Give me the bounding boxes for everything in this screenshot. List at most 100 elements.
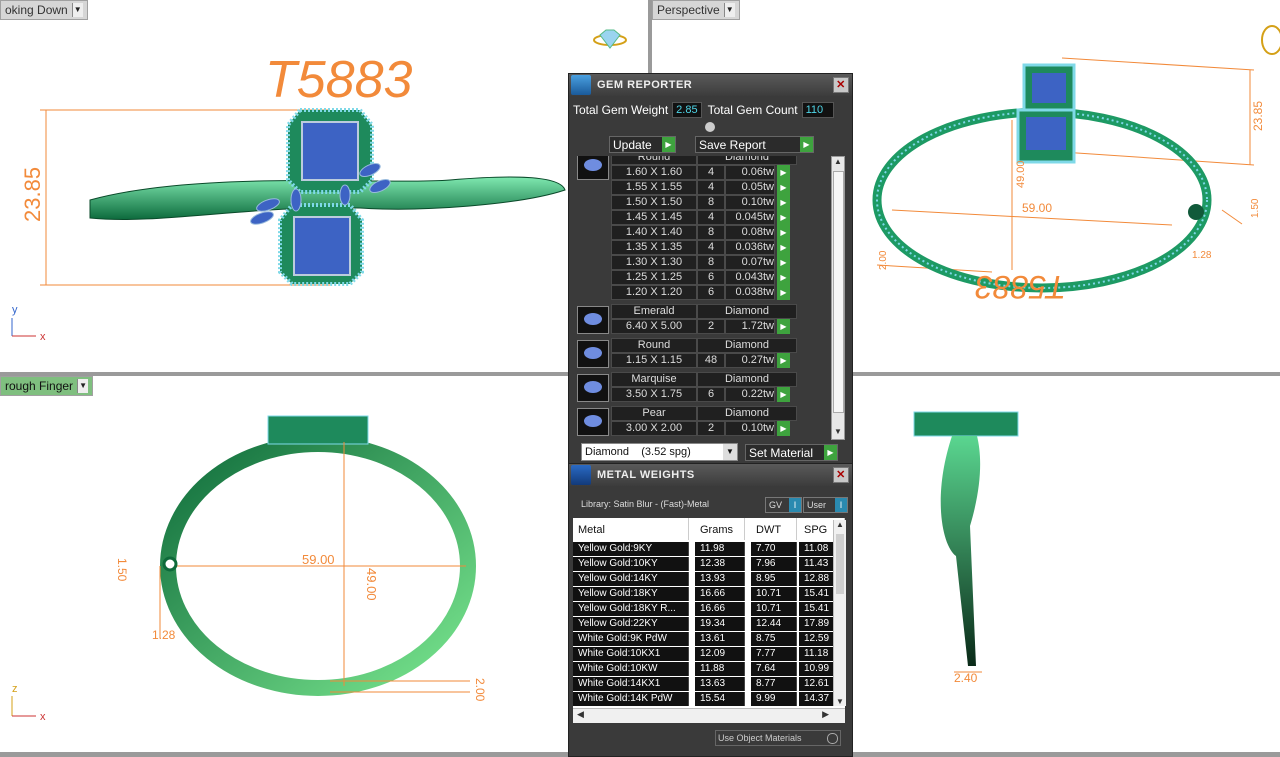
chevron-down-icon[interactable]: ▼	[71, 3, 83, 17]
metal-value-cell[interactable]: 13.61	[695, 632, 745, 646]
gem-row-count: 2	[697, 319, 725, 334]
gem-row-size: 1.40 X 1.40	[611, 225, 697, 240]
update-button[interactable]: Update ▶	[609, 136, 676, 153]
gem-group-material: Diamond	[697, 406, 797, 421]
metal-value-cell[interactable]: 8.75	[751, 632, 797, 646]
close-icon[interactable]: ✕	[833, 77, 849, 93]
axis-z-label: z	[12, 683, 18, 695]
metal-weights-titlebar[interactable]: METAL WEIGHTS ✕	[569, 464, 852, 486]
metal-name-cell[interactable]: Yellow Gold:18KY R...	[573, 602, 689, 616]
gem-row-count: 6	[697, 387, 725, 402]
gem-shape-icon	[577, 306, 609, 334]
metal-value-cell[interactable]: 11.88	[695, 662, 745, 676]
metal-column-header[interactable]: Grams	[695, 518, 745, 540]
metal-value-cell[interactable]: 8.77	[751, 677, 797, 691]
metal-name-cell[interactable]: Yellow Gold:18KY	[573, 587, 689, 601]
metal-name-cell[interactable]: White Gold:14KX1	[573, 677, 689, 691]
metal-value-cell[interactable]: 9.99	[751, 692, 797, 706]
halo-lower	[278, 203, 364, 286]
select-gem-button[interactable]: ▶	[777, 195, 790, 210]
metal-value-cell[interactable]: 15.54	[695, 692, 745, 706]
gem-reporter-titlebar[interactable]: GEM REPORTER ✕	[569, 74, 852, 96]
close-icon[interactable]: ✕	[833, 467, 849, 483]
scroll-up-icon[interactable]: ▲	[832, 157, 844, 169]
chevron-down-icon[interactable]: ▼	[77, 379, 89, 393]
scroll-thumb[interactable]	[836, 534, 844, 594]
scroll-thumb[interactable]	[833, 171, 844, 413]
metal-name-cell[interactable]: Yellow Gold:22KY	[573, 617, 689, 631]
play-icon: ▶	[824, 445, 837, 460]
viewport-top[interactable]: 23.85 T5883 y x oking Down ▼	[0, 0, 648, 372]
metal-name-cell[interactable]: White Gold:10KW	[573, 662, 689, 676]
metal-table-hscrollbar[interactable]: ◀ ▶	[573, 708, 845, 723]
select-gem-button[interactable]: ▶	[777, 319, 790, 334]
gem-row-size: 1.45 X 1.45	[611, 210, 697, 225]
metal-value-cell[interactable]: 10.71	[751, 587, 797, 601]
metal-value-cell[interactable]: 7.96	[751, 557, 797, 571]
metal-name-cell[interactable]: Yellow Gold:10KY	[573, 557, 689, 571]
select-gem-button[interactable]: ▶	[777, 225, 790, 240]
halo-upper	[286, 108, 374, 194]
setting-top	[267, 415, 369, 445]
metal-value-cell[interactable]: 16.66	[695, 602, 745, 616]
select-gem-button[interactable]: ▶	[777, 353, 790, 368]
gem-row-weight: 0.22tw	[725, 387, 775, 402]
user-toggle[interactable]: User I	[803, 497, 848, 513]
chevron-down-icon[interactable]: ▼	[723, 3, 735, 17]
metal-value-cell[interactable]: 16.66	[695, 587, 745, 601]
gem-list-scrollbar[interactable]: ▲ ▼	[831, 156, 845, 440]
select-gem-button[interactable]: ▶	[777, 270, 790, 285]
select-gem-button[interactable]: ▶	[777, 240, 790, 255]
metal-column-header[interactable]: DWT	[751, 518, 797, 540]
select-gem-button[interactable]: ▶	[777, 421, 790, 436]
gem-row-weight: 0.27tw	[725, 353, 775, 368]
select-gem-button[interactable]: ▶	[777, 180, 790, 195]
use-object-materials-toggle[interactable]: Use Object Materials	[715, 730, 841, 746]
metal-column-header[interactable]: Metal	[573, 518, 689, 540]
metal-value-cell[interactable]: 19.34	[695, 617, 745, 631]
metal-value-cell[interactable]: 12.09	[695, 647, 745, 661]
scroll-right-icon[interactable]: ▶	[822, 709, 829, 720]
metal-name-cell[interactable]: Yellow Gold:14KY	[573, 572, 689, 586]
metal-table-scrollbar[interactable]: ▲ ▼	[833, 520, 846, 706]
metal-name-cell[interactable]: White Gold:10KX1	[573, 647, 689, 661]
gv-toggle[interactable]: GV I	[765, 497, 802, 513]
scroll-down-icon[interactable]: ▼	[832, 427, 844, 439]
gem-reporter-panel[interactable]: GEM REPORTER ✕ Total Gem Weight 2.85 Tot…	[568, 73, 853, 465]
metal-name-cell[interactable]: Yellow Gold:9KY	[573, 542, 689, 556]
scroll-left-icon[interactable]: ◀	[577, 709, 584, 720]
material-select[interactable]: Diamond (3.52 spg) ▼	[581, 443, 738, 461]
metal-value-cell[interactable]: 7.77	[751, 647, 797, 661]
metal-value-cell[interactable]: 10.71	[751, 602, 797, 616]
metal-value-cell[interactable]: 7.64	[751, 662, 797, 676]
scroll-down-icon[interactable]: ▼	[834, 697, 846, 706]
select-gem-button[interactable]: ▶	[777, 387, 790, 402]
splitter-handle[interactable]	[705, 122, 715, 132]
metal-value-cell[interactable]: 12.44	[751, 617, 797, 631]
select-gem-button[interactable]: ▶	[777, 165, 790, 180]
viewport-label-finger[interactable]: rough Finger ▼	[0, 376, 94, 396]
viewport-through-finger[interactable]: 59.00 49.00 1.50 1.28 2.00 z x rough Fin…	[0, 376, 648, 752]
select-gem-button[interactable]: ▶	[777, 210, 790, 225]
metal-value-cell[interactable]: 11.98	[695, 542, 745, 556]
metal-value-cell[interactable]: 13.93	[695, 572, 745, 586]
metal-value-cell[interactable]: 12.38	[695, 557, 745, 571]
metal-name-cell[interactable]: White Gold:9K PdW	[573, 632, 689, 646]
axis-x-label: x	[40, 331, 46, 343]
metal-table[interactable]: Metal Grams DWT SPG Yellow Gold:9KY 11.98 7.70…	[573, 518, 845, 720]
select-gem-button[interactable]: ▶	[777, 285, 790, 300]
metal-value-cell[interactable]: 7.70	[751, 542, 797, 556]
dim-small-text: 1.28	[1192, 250, 1212, 261]
save-report-button[interactable]: Save Report ▶	[695, 136, 814, 153]
viewport-label-perspective[interactable]: Perspective ▼	[652, 0, 740, 20]
metal-value-cell[interactable]: 13.63	[695, 677, 745, 691]
metal-weights-panel[interactable]: METAL WEIGHTS ✕ Library: Satin Blur - (F…	[568, 463, 853, 757]
select-gem-button[interactable]: ▶	[777, 255, 790, 270]
viewport-label-top[interactable]: oking Down ▼	[0, 0, 88, 20]
scroll-up-icon[interactable]: ▲	[834, 520, 846, 529]
set-material-button[interactable]: Set Material ▶	[745, 444, 838, 461]
chevron-down-icon[interactable]: ▼	[723, 444, 737, 460]
metal-name-cell[interactable]: White Gold:14K PdW	[573, 692, 689, 706]
gem-list[interactable]: Round Diamond 1.60 X 1.60 4 0.06tw ▶ 1.55 X 1.…	[575, 156, 813, 438]
metal-value-cell[interactable]: 8.95	[751, 572, 797, 586]
